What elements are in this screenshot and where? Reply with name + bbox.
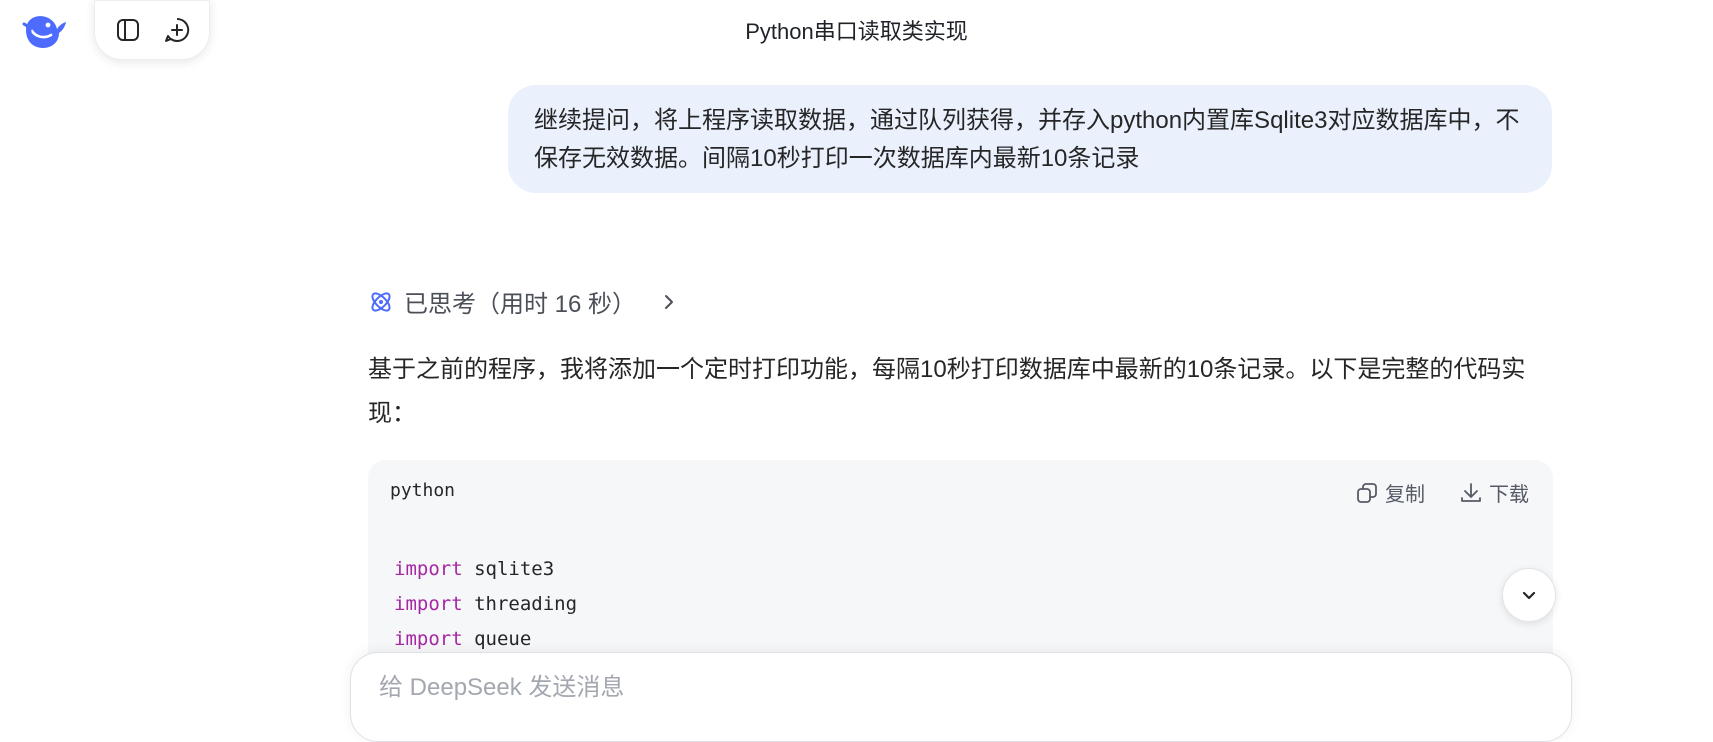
code-module: queue [474,628,532,650]
scroll-to-bottom-button[interactable] [1502,568,1556,622]
chat-title: Python串口读取类实现 [745,19,968,44]
copy-icon [1357,482,1377,503]
code-module: sqlite3 [474,558,555,580]
assistant-reply-text: 基于之前的程序，我将添加一个定时打印功能，每隔10秒打印数据库中最新的10条记录… [368,356,1526,427]
code-keyword: import [394,558,463,580]
code-language-label: python [390,480,456,501]
code-line: import threading [394,587,577,622]
chevron-right-icon [665,294,674,309]
user-message: 继续提问，将上程序读取数据，通过队列获得，并存入python内置库Sqlite3… [508,85,1552,193]
download-icon [1461,482,1481,502]
code-module: threading [474,593,578,615]
download-button[interactable]: 下载 [1459,478,1529,507]
message-composer [350,652,1572,742]
thinking-toggle[interactable]: 已思考（用时 16 秒） [368,284,680,319]
thinking-label: 已思考（用时 16 秒） [404,291,637,318]
code-keyword: import [394,628,463,650]
code-actions: 复制 下载 [1355,478,1529,507]
download-label: 下载 [1489,484,1529,506]
code-lines: import sqlite3 import threading import q… [394,552,577,657]
copy-label: 复制 [1385,484,1425,506]
thinking-icon [371,291,391,312]
message-input[interactable] [377,673,1481,703]
code-keyword: import [394,593,463,615]
chevron-down-icon [1522,591,1536,600]
copy-button[interactable]: 复制 [1355,478,1425,507]
code-line: import sqlite3 [394,552,577,587]
